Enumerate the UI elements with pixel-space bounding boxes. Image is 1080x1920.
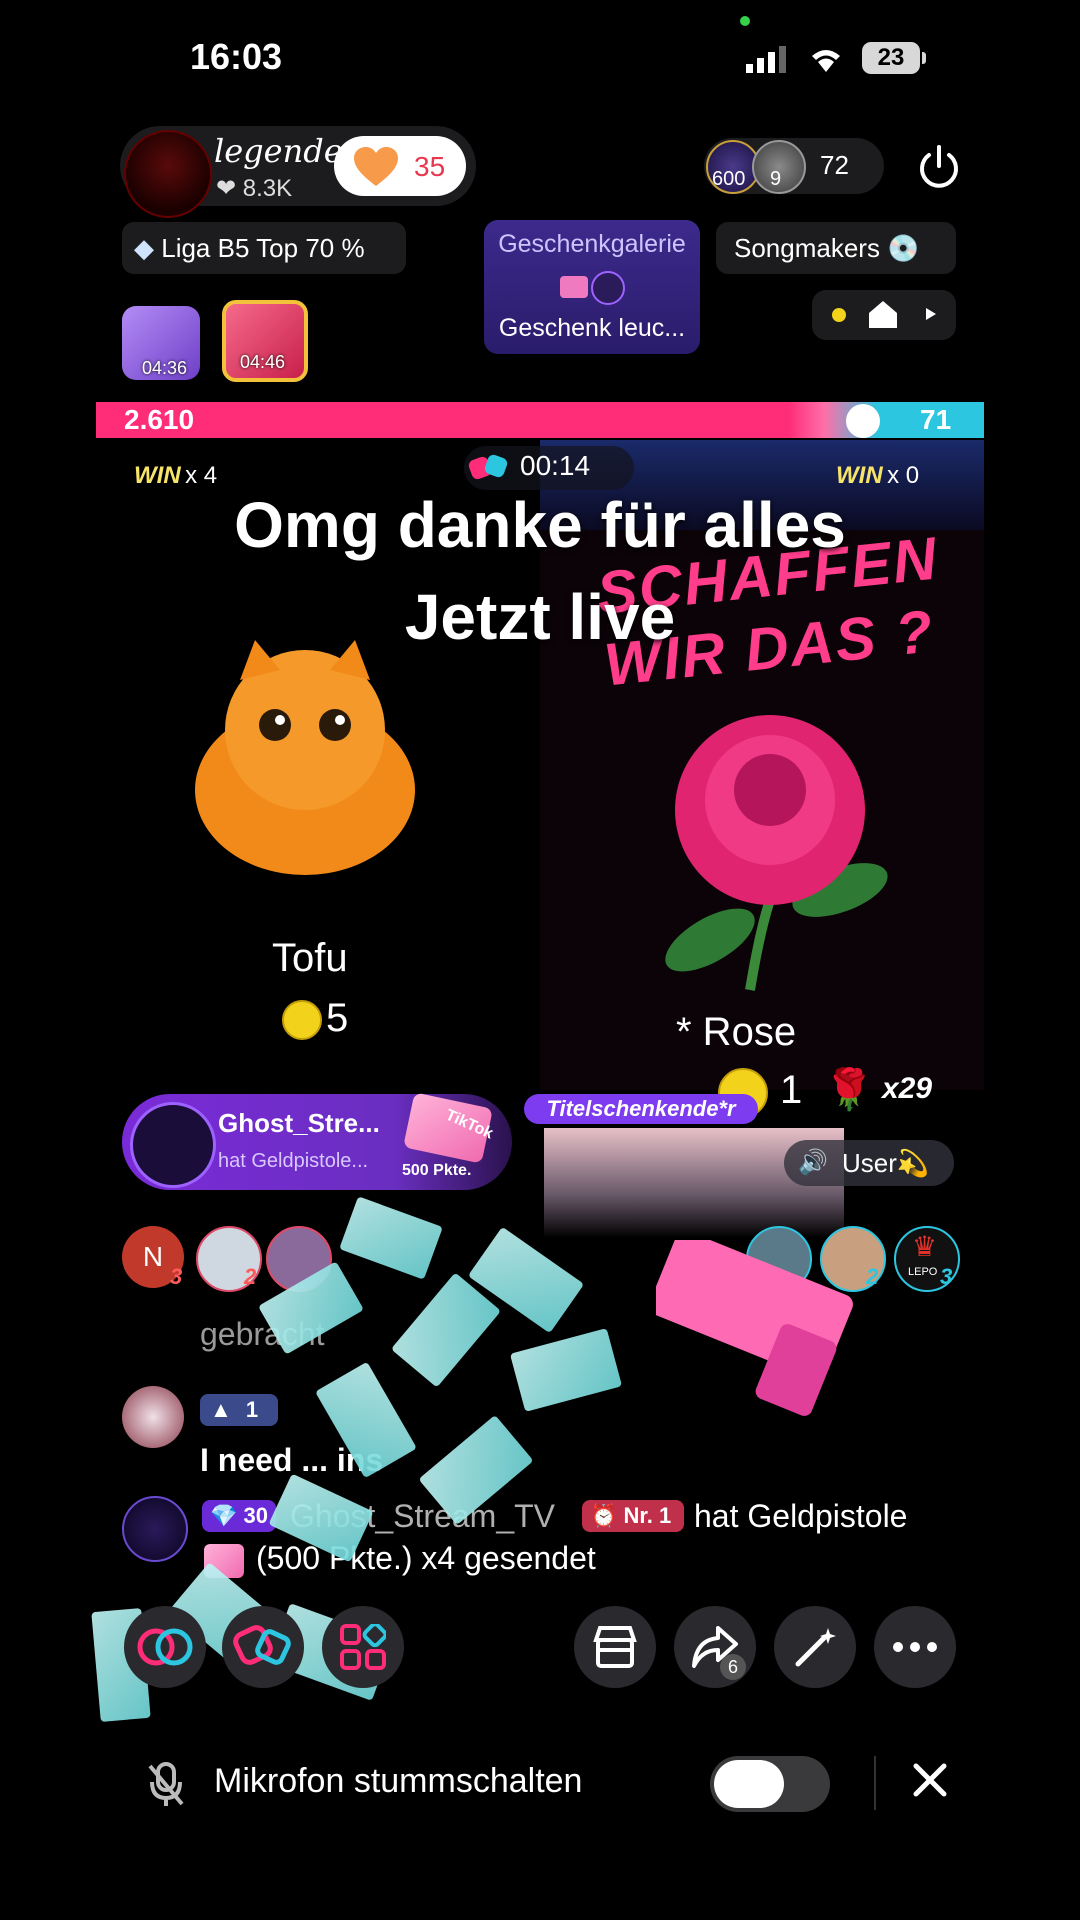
rose-image — [600, 690, 940, 1020]
camera-indicator-dot — [740, 16, 750, 26]
battle-gloves-icon — [468, 452, 510, 482]
songmakers-label: Songmakers — [734, 233, 880, 263]
gift-gallery-subtitle: Geschenk leuc... — [498, 314, 686, 342]
rank-avatar-6-label: LEPO — [908, 1266, 938, 1278]
close-icon[interactable] — [912, 1762, 948, 1798]
mic-bar-divider — [874, 1756, 876, 1810]
mute-microphone-label: Mikrofon stummschalten — [214, 1762, 583, 1800]
yellow-dot-icon — [832, 308, 846, 322]
money-bill — [268, 1473, 374, 1563]
host-name: legende — [214, 132, 343, 170]
money-bill — [509, 1328, 623, 1412]
money-bill — [390, 1272, 502, 1388]
battle-score-left: 2.610 — [124, 404, 195, 435]
toggle-knob — [714, 1760, 784, 1808]
link-rings-icon — [134, 1622, 196, 1677]
league-tag[interactable]: ◆ Liga B5 Top 70 % — [122, 222, 406, 274]
title-giver-tag: Titelschenkende*r — [524, 1094, 758, 1124]
shop-icon — [592, 1624, 638, 1675]
rank-avatar-6-count: 3 — [940, 1264, 953, 1289]
play-icon[interactable] — [924, 306, 938, 322]
gift-gallery-icons — [558, 270, 628, 306]
follow-count: 35 — [414, 151, 446, 182]
right-team-multiplier: x29 — [882, 1072, 933, 1105]
money-bill — [258, 1261, 364, 1355]
viewer-count: 72 — [820, 150, 849, 180]
diamond-icon: ◆ — [134, 233, 154, 263]
grid-icon — [340, 1622, 388, 1675]
battle-button[interactable] — [222, 1606, 304, 1688]
host-likes: ❤ 8.3K — [216, 174, 292, 203]
more-button[interactable] — [874, 1606, 956, 1688]
win-left: WIN x 4 — [134, 462, 217, 490]
left-team-name: Tofu — [272, 936, 348, 980]
effects-button[interactable] — [774, 1606, 856, 1688]
win-left-count: x 4 — [185, 462, 218, 489]
disc-icon: 💿 — [887, 233, 920, 263]
score-bar-emblem-icon — [846, 404, 880, 438]
win-left-label: WIN — [134, 462, 181, 489]
share-button[interactable]: 6 — [674, 1606, 756, 1688]
gift-gallery[interactable]: Geschenkgalerie Geschenk leuc... — [484, 220, 700, 354]
status-time: 16:03 — [190, 36, 283, 77]
rose-gift-icon: 🌹 — [824, 1068, 874, 1112]
features-button[interactable] — [322, 1606, 404, 1688]
top-viewer-score-2: 9 — [770, 168, 782, 190]
mic-muted-icon — [146, 1760, 186, 1808]
home-icon[interactable] — [866, 298, 900, 330]
stream-overlay-line2: Jetzt live — [404, 581, 676, 653]
win-right-count: x 0 — [887, 462, 920, 489]
songmakers-tag[interactable]: Songmakers 💿 — [716, 222, 956, 274]
battle-gloves-icon — [232, 1620, 294, 1679]
battle-score-right: 71 — [920, 404, 952, 435]
battery-icon: 23 — [862, 42, 920, 74]
signal-icon — [744, 44, 790, 74]
win-right: WIN x 0 — [836, 462, 919, 490]
multi-guest-button[interactable] — [124, 1606, 206, 1688]
magic-wand-icon — [792, 1624, 838, 1675]
more-dots-icon — [892, 1640, 938, 1659]
right-team-coins: 1 — [780, 1068, 803, 1112]
host-avatar[interactable] — [124, 130, 212, 218]
shop-button[interactable] — [574, 1606, 656, 1688]
top-viewer-score-1: 600 — [712, 168, 746, 190]
wifi-icon — [806, 42, 846, 74]
money-gun-image — [649, 1230, 856, 1420]
orange-heart-icon — [352, 146, 400, 188]
host-likes-count: 8.3K — [242, 175, 293, 202]
gift-gallery-title: Geschenkgalerie — [498, 230, 686, 258]
battery-tip — [922, 52, 926, 64]
stream-overlay-line1: Omg danke für alles — [234, 489, 846, 561]
crown-icon: ♛ — [912, 1231, 938, 1262]
right-team-name: * Rose — [676, 1010, 797, 1054]
league-label: Liga B5 Top 70 % — [161, 233, 365, 263]
treasure-chest-timer-2: 04:46 — [240, 352, 286, 372]
money-bill — [418, 1414, 534, 1526]
share-count: 6 — [720, 1654, 746, 1680]
money-bill — [339, 1196, 443, 1280]
cat-image — [180, 640, 430, 880]
gift-sender-name: Ghost_Stre... — [218, 1108, 380, 1138]
heart-icon: ❤ — [216, 175, 237, 202]
treasure-chest-timer-1: 04:36 — [142, 358, 188, 378]
power-icon[interactable] — [914, 142, 964, 192]
win-right-label: WIN — [836, 462, 883, 489]
coin-icon — [282, 1000, 322, 1040]
battle-timer: 00:14 — [520, 450, 591, 481]
money-bill — [315, 1361, 417, 1479]
left-team-coins: 5 — [326, 996, 349, 1040]
